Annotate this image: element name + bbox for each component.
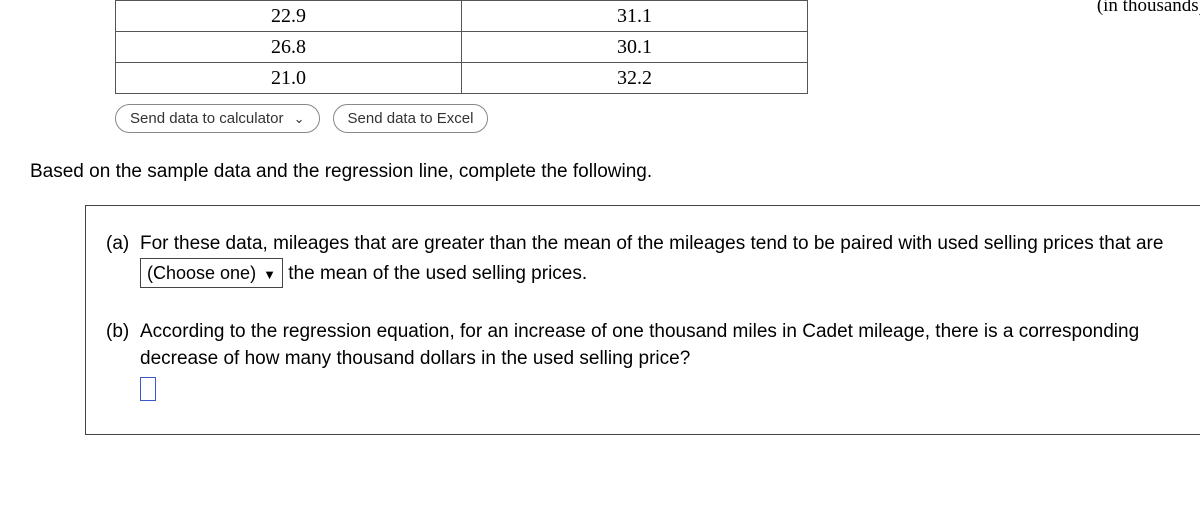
dropdown-label: (Choose one) [147,263,256,283]
question-b: (b) According to the regression equation… [106,318,1180,405]
cell-x: 21.0 [116,63,462,94]
question-box: (a) For these data, mileages that are gr… [85,205,1200,435]
table-row: 22.9 31.1 [116,1,808,32]
choose-one-dropdown[interactable]: (Choose one) ▼ [140,258,283,288]
question-a-text-2: the mean of the used selling prices. [288,263,587,284]
cell-y: 32.2 [462,63,808,94]
question-b-text: According to the regression equation, fo… [140,321,1139,370]
chevron-down-icon: ▼ [263,267,276,282]
send-to-calculator-button[interactable]: Send data to calculator ⌄ [115,104,320,133]
table-row: 21.0 32.2 [116,63,808,94]
answer-b-input[interactable] [140,377,156,401]
cell-x: 26.8 [116,32,462,63]
question-a-text-1: For these data, mileages that are greate… [140,233,1163,254]
instruction-text: Based on the sample data and the regress… [30,161,1200,183]
question-label-b: (b) [106,318,140,405]
question-label-a: (a) [106,230,140,288]
chevron-down-icon: ⌄ [294,111,305,126]
button-label: Send data to Excel [348,110,474,127]
question-a: (a) For these data, mileages that are gr… [106,230,1180,288]
table-row: 26.8 30.1 [116,32,808,63]
cell-x: 22.9 [116,1,462,32]
button-label: Send data to calculator [130,110,283,127]
send-to-excel-button[interactable]: Send data to Excel [333,104,489,133]
cell-y: 30.1 [462,32,808,63]
cell-y: 31.1 [462,1,808,32]
units-hint: (in thousands) [1097,0,1200,17]
data-table: 22.9 31.1 26.8 30.1 21.0 32.2 [115,0,808,94]
